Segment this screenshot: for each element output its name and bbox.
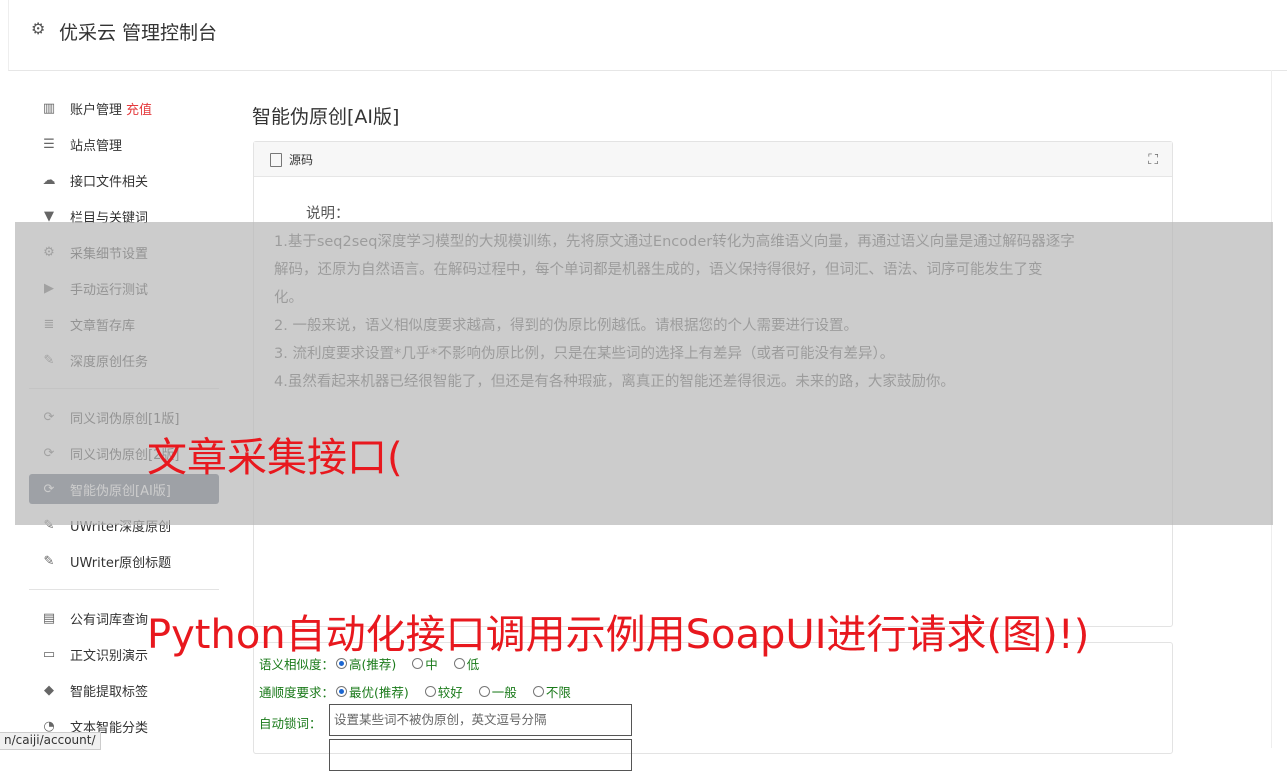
bar-chart-icon: ▥ bbox=[42, 100, 56, 116]
edit-icon: ✎ bbox=[43, 553, 55, 569]
recharge-link[interactable]: 充值 bbox=[126, 99, 152, 118]
radio-button[interactable] bbox=[532, 686, 544, 697]
file-code-icon bbox=[270, 153, 282, 167]
radio-label: 较好 bbox=[437, 685, 463, 700]
app-title: 优采云 管理控制台 bbox=[59, 22, 218, 44]
sidebar-item-label: 公有词库查询 bbox=[70, 612, 149, 628]
sidebar-item-label: 接口文件相关 bbox=[70, 174, 149, 190]
radio-label: 最优(推荐) bbox=[349, 685, 409, 700]
sidebar-item-label: 正文识别演示 bbox=[70, 648, 149, 664]
watermark-text: 文章采集接口( bbox=[147, 435, 403, 481]
autolock-input[interactable]: 设置某些词不被伪原创，英文逗号分隔 bbox=[329, 704, 632, 736]
sidebar-item-label: UWriter原创标题 bbox=[70, 555, 172, 571]
radio-button[interactable] bbox=[478, 686, 490, 697]
fluency-row: 通顺度要求： 最优(推荐) 较好 一般 不限 bbox=[259, 682, 571, 701]
sidebar-item[interactable]: ☁ 接口文件相关 bbox=[29, 162, 219, 198]
radio-button[interactable] bbox=[336, 686, 348, 697]
sidebar-item-label: 站点管理 bbox=[70, 138, 123, 154]
watermark-text: Python自动化接口调用示例用SoapUI进行请求(图)!) bbox=[147, 612, 1090, 658]
radio-label: 一般 bbox=[491, 685, 517, 700]
page-title: 智能伪原创[AI版] bbox=[252, 106, 400, 128]
radio-option[interactable]: 不限 bbox=[532, 682, 571, 701]
radio-option[interactable]: 最优(推荐) bbox=[336, 682, 409, 701]
status-url: n/caiji/account/ bbox=[0, 732, 101, 750]
sidebar-divider bbox=[29, 589, 219, 590]
radio-option[interactable]: 一般 bbox=[478, 682, 517, 701]
sidebar-item-label: 智能提取标签 bbox=[70, 684, 149, 700]
book-icon: ▤ bbox=[42, 610, 56, 626]
list-icon: ☰ bbox=[43, 136, 55, 152]
sidebar-item[interactable]: ✎ UWriter原创标题 bbox=[29, 543, 219, 579]
autolock-row: 自动锁词： bbox=[259, 713, 322, 732]
panel-label: 源码 bbox=[289, 153, 314, 167]
fullscreen-icon[interactable]: ⛶ bbox=[1148, 152, 1158, 168]
autolock-label: 自动锁词： bbox=[259, 716, 322, 731]
cloud-upload-icon: ☁ bbox=[42, 172, 56, 188]
radio-option[interactable]: 较好 bbox=[424, 682, 463, 701]
sidebar-item[interactable]: ☰ 站点管理 bbox=[29, 126, 219, 162]
tag-icon: ◆ bbox=[44, 682, 54, 698]
page-edge bbox=[1271, 70, 1287, 748]
radio-button[interactable] bbox=[424, 686, 436, 697]
top-header: ⚙ 优采云 管理控制台 bbox=[8, 0, 1287, 71]
sidebar-item[interactable]: ◆ 智能提取标签 bbox=[29, 672, 219, 708]
fluency-label: 通顺度要求： bbox=[259, 685, 335, 700]
secondary-input[interactable] bbox=[329, 739, 632, 771]
sidebar-item[interactable]: ▥ 账户管理 充值 bbox=[29, 90, 219, 126]
panel-header: 源码 ⛶ bbox=[254, 142, 1172, 177]
monitor-icon: ▭ bbox=[42, 646, 56, 662]
sidebar-item-label: 账户管理 bbox=[70, 102, 123, 118]
gear-icon: ⚙ bbox=[31, 19, 46, 38]
radio-label: 不限 bbox=[545, 685, 571, 700]
